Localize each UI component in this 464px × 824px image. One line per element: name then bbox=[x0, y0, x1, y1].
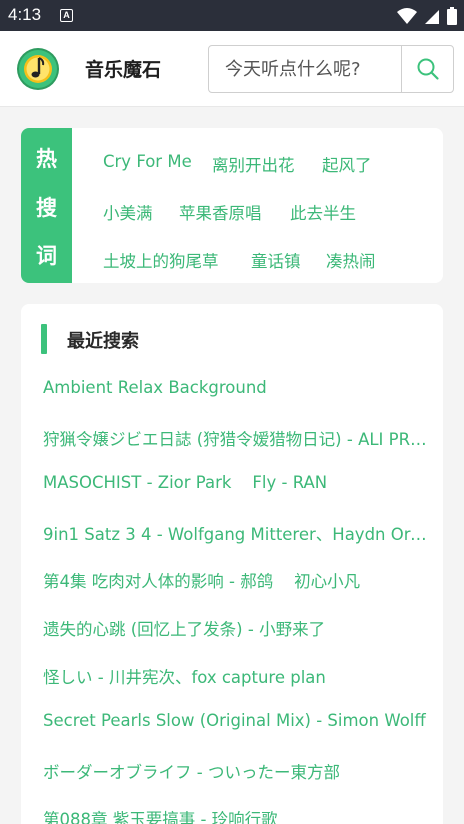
notification-a-icon: A bbox=[60, 9, 73, 22]
signal-icon bbox=[424, 10, 439, 24]
hot-tag[interactable]: 小美满 bbox=[103, 200, 153, 224]
recent-search-item[interactable]: 第4集 吃肉对人体的影响 - 郝鸽 初心小凡 bbox=[43, 568, 427, 592]
hot-tag[interactable]: 土坡上的狗尾草 bbox=[103, 248, 219, 272]
hot-label-char: 热 bbox=[36, 147, 57, 171]
recent-search-panel: 最近搜索 Ambient Relax Background 狩猟令嬢ジビエ日誌 … bbox=[21, 304, 443, 824]
hot-tag[interactable]: 起风了 bbox=[322, 152, 372, 176]
recent-search-item[interactable]: 遗失的心跳 (回忆上了发条) - 小野来了 bbox=[43, 616, 427, 640]
recent-search-item[interactable]: 第088章 紫玉要搞事 - 玲响行歌 bbox=[43, 806, 427, 824]
recent-search-item[interactable]: 怪しい - 川井宪次、fox capture plan bbox=[43, 664, 427, 688]
hot-search-panel: 热 搜 词 Cry For Me 离别开出花 起风了 小美满 苹果香原唱 此去半… bbox=[21, 128, 443, 283]
recent-search-item[interactable]: 9in1 Satz 3 4 - Wolfgang Mitterer、Haydn … bbox=[43, 521, 427, 545]
status-icons bbox=[396, 6, 458, 26]
status-bar: 4:13 A bbox=[0, 0, 464, 31]
search-icon bbox=[417, 58, 439, 80]
hot-search-label: 热 搜 词 bbox=[21, 128, 72, 283]
hot-tag[interactable]: 苹果香原唱 bbox=[179, 200, 262, 224]
music-logo-icon[interactable] bbox=[16, 47, 60, 91]
wifi-icon bbox=[396, 8, 417, 24]
hot-label-char: 词 bbox=[36, 244, 57, 268]
search-button[interactable] bbox=[401, 46, 453, 92]
hot-tag[interactable]: 凑热闹 bbox=[326, 248, 376, 272]
search-box bbox=[208, 45, 454, 93]
hot-tag[interactable]: 童话镇 bbox=[251, 248, 301, 272]
status-time: 4:13 bbox=[8, 5, 42, 24]
recent-search-item[interactable]: ボーダーオブライフ - ついったー東方部 bbox=[43, 759, 427, 783]
hot-tag[interactable]: Cry For Me bbox=[103, 152, 192, 171]
hot-label-char: 搜 bbox=[36, 196, 57, 220]
section-accent-bar bbox=[41, 324, 47, 354]
recent-search-item[interactable]: Secret Pearls Slow (Original Mix) - Simo… bbox=[43, 711, 427, 730]
search-input[interactable] bbox=[209, 46, 401, 92]
hot-tag[interactable]: 此去半生 bbox=[290, 200, 356, 224]
hot-tag[interactable]: 离别开出花 bbox=[212, 152, 295, 176]
recent-search-item[interactable]: MASOCHIST - Zior Park Fly - RAN bbox=[43, 473, 427, 492]
app-title: 音乐魔石 bbox=[85, 59, 162, 81]
recent-search-item[interactable]: 狩猟令嬢ジビエ日誌 (狩猎令嫒猎物日记) - ALI PROJECT bbox=[43, 426, 427, 450]
battery-icon bbox=[447, 7, 457, 25]
recent-search-title: 最近搜索 bbox=[67, 331, 139, 352]
recent-search-item[interactable]: Ambient Relax Background bbox=[43, 378, 427, 397]
app-header: 音乐魔石 bbox=[0, 31, 464, 107]
